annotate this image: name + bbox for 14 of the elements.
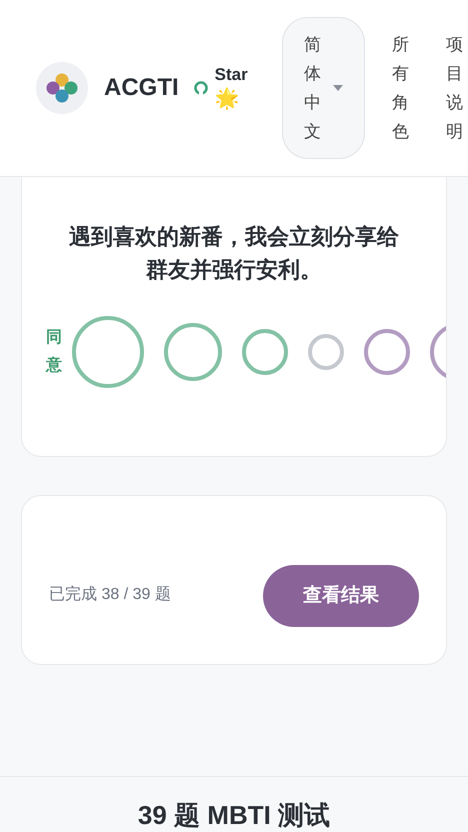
github-icon[interactable] [192,80,209,96]
nav-link[interactable]: 所有角色 [392,30,409,146]
language-select[interactable]: 简体中文 [282,17,365,159]
star-emoji: 🌟 [214,86,241,112]
caret-icon [332,85,343,91]
question-text: 遇到喜欢的新番，我会立刻分享给群友并强行安利。 [68,223,400,284]
nav-link[interactable]: 项目说明 [446,30,463,146]
brand-name: ACGTI [104,73,179,103]
star-link[interactable]: Star [214,64,248,86]
agree-label: 同意 [46,328,62,376]
view-results-button[interactable]: 查看结果 [263,565,419,627]
progress-text: 已完成 38 / 39 题 [49,584,171,605]
section-heading: 39 题 MBTI 测试 [138,800,330,830]
logo-icon[interactable] [36,62,88,114]
